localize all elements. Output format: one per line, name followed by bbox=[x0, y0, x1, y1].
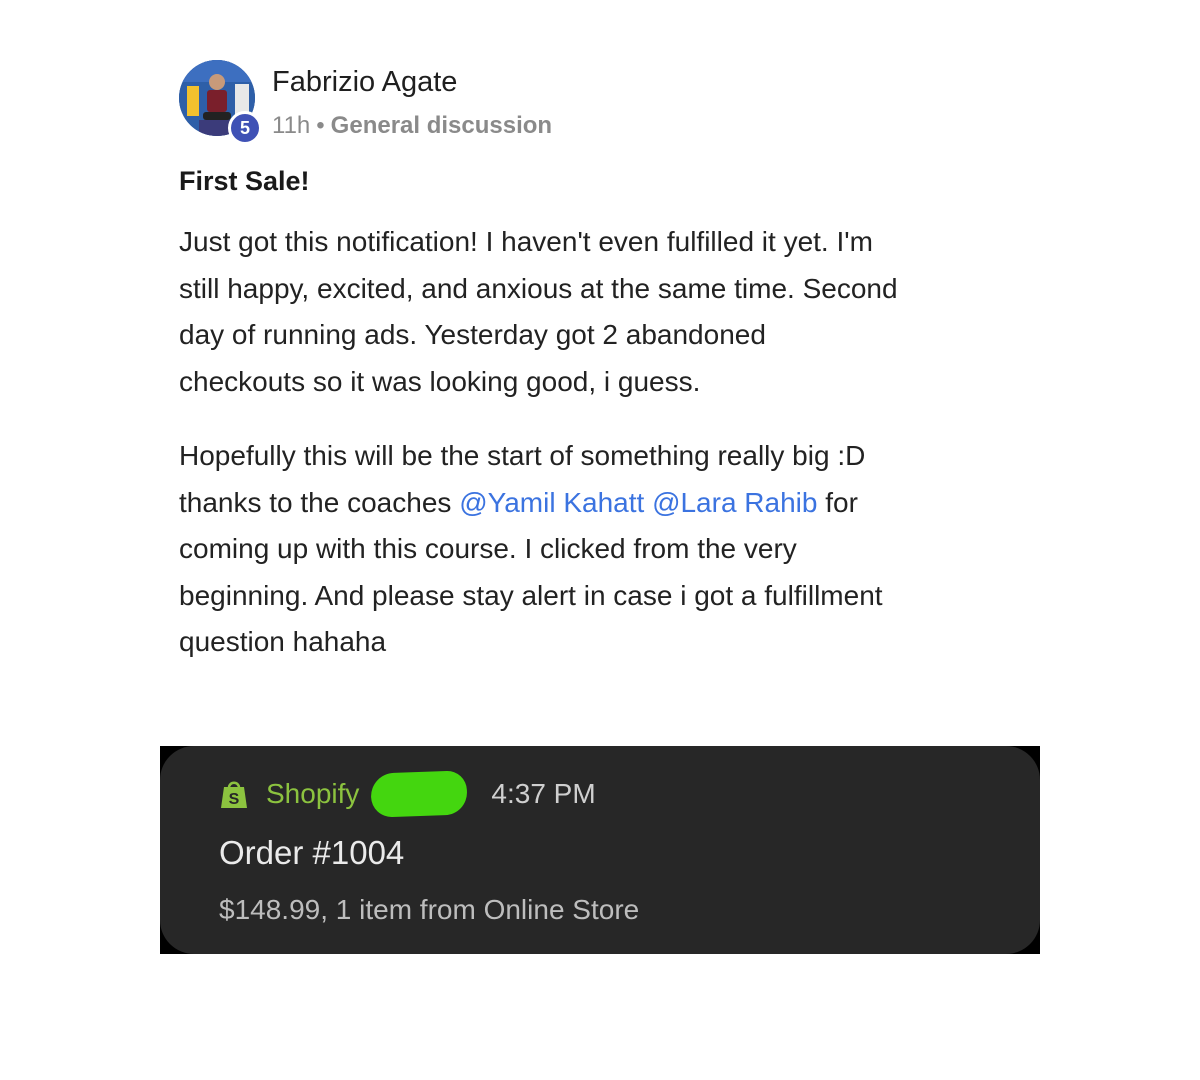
post-title: First Sale! bbox=[179, 166, 310, 196]
meta-separator: • bbox=[316, 112, 325, 139]
shopify-notification: S Shopify 4:37 PM Order #1004 $148.99, 1… bbox=[160, 746, 1040, 954]
mention-yamil-kahatt[interactable]: @Yamil Kahatt bbox=[459, 487, 644, 518]
notification-screenshot: S Shopify 4:37 PM Order #1004 $148.99, 1… bbox=[160, 746, 1040, 954]
mention-spacer bbox=[644, 487, 652, 518]
post-time: 11h bbox=[272, 112, 311, 139]
notification-detail: $148.99, 1 item from Online Store bbox=[219, 894, 640, 925]
post-card: 5 Fabrizio Agate 11h • General discussio… bbox=[179, 58, 899, 666]
shopify-bag-icon: S bbox=[221, 781, 247, 808]
post-meta: 11h • General discussion bbox=[272, 112, 552, 140]
author-name[interactable]: Fabrizio Agate bbox=[272, 66, 457, 99]
notification-title: Order #1004 bbox=[219, 834, 405, 871]
post-paragraph-2: Hopefully this will be the start of some… bbox=[179, 433, 899, 666]
level-badge: 5 bbox=[228, 111, 262, 145]
post-category[interactable]: General discussion bbox=[331, 112, 552, 140]
post-paragraph-1: Just got this notification! I haven't ev… bbox=[179, 226, 898, 397]
notification-time: 4:37 PM bbox=[491, 778, 596, 809]
notification-header: S Shopify 4:37 PM bbox=[219, 770, 596, 818]
redaction-mark bbox=[370, 770, 469, 818]
notification-app-name: Shopify bbox=[266, 778, 360, 809]
mention-lara-rahib[interactable]: @Lara Rahib bbox=[652, 487, 817, 518]
svg-text:S: S bbox=[229, 791, 240, 808]
post-header: 5 Fabrizio Agate 11h • General discussio… bbox=[179, 58, 899, 145]
